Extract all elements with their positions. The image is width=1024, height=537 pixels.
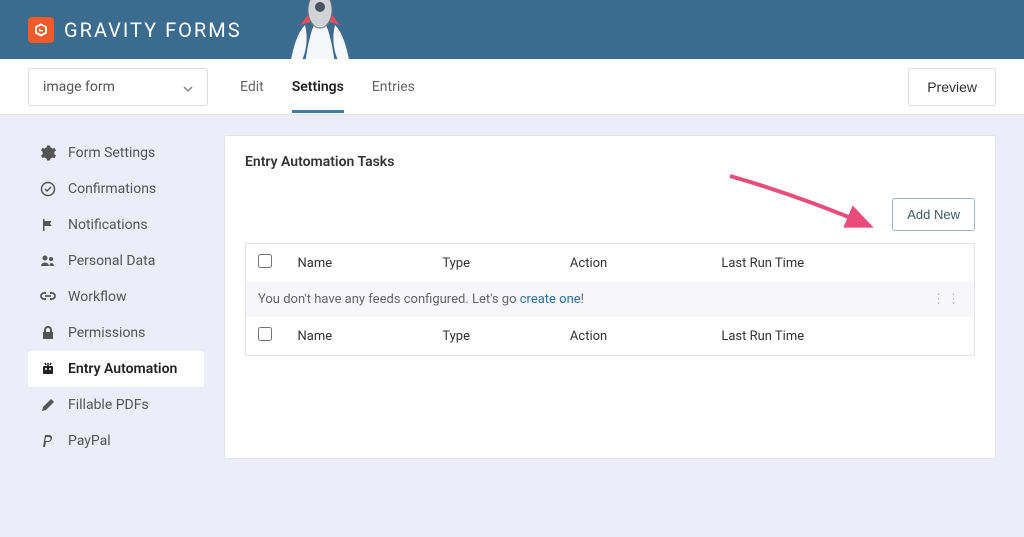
column-type: Type bbox=[430, 317, 558, 356]
flag-icon bbox=[40, 217, 56, 233]
robot-icon bbox=[40, 361, 56, 377]
feeds-table: Name Type Action Last Run Time You don't… bbox=[245, 243, 975, 356]
nav-bar: image form Edit Settings Entries Preview bbox=[0, 59, 1024, 115]
sidebar-item-label: PayPal bbox=[68, 433, 111, 449]
column-last-run: Last Run Time bbox=[709, 317, 974, 356]
column-last-run: Last Run Time bbox=[709, 244, 974, 283]
gear-icon bbox=[40, 145, 56, 161]
column-action: Action bbox=[558, 317, 709, 356]
sidebar-item-personal-data[interactable]: Personal Data bbox=[28, 243, 204, 279]
empty-text-suffix: ! bbox=[581, 292, 584, 307]
select-all-checkbox[interactable] bbox=[258, 254, 272, 268]
select-all-checkbox-bottom[interactable] bbox=[258, 327, 272, 341]
tab-settings[interactable]: Settings bbox=[292, 61, 344, 113]
create-one-link[interactable]: create one bbox=[520, 292, 581, 307]
sidebar-item-label: Permissions bbox=[68, 325, 145, 341]
check-circle-icon bbox=[40, 181, 56, 197]
sidebar-item-label: Form Settings bbox=[68, 145, 155, 161]
table-footer-row: Name Type Action Last Run Time bbox=[246, 317, 975, 356]
rocket-decoration bbox=[270, 0, 370, 69]
main-area: Form Settings Confirmations Notification… bbox=[0, 115, 1024, 479]
chevron-down-icon bbox=[183, 82, 193, 92]
tab-entries[interactable]: Entries bbox=[372, 61, 415, 113]
sidebar-item-label: Personal Data bbox=[68, 253, 155, 269]
empty-text-prefix: You don't have any feeds configured. Let… bbox=[258, 292, 520, 307]
brand-text: GRAVITY FORMS bbox=[64, 18, 242, 42]
people-icon bbox=[40, 253, 56, 269]
nav-tabs: Edit Settings Entries bbox=[240, 61, 415, 113]
sidebar-item-label: Entry Automation bbox=[68, 361, 177, 377]
sidebar-item-notifications[interactable]: Notifications bbox=[28, 207, 204, 243]
form-selector-label: image form bbox=[43, 79, 115, 95]
sidebar-item-permissions[interactable]: Permissions bbox=[28, 315, 204, 351]
form-selector-dropdown[interactable]: image form bbox=[28, 68, 208, 106]
sidebar-item-label: Notifications bbox=[68, 217, 148, 233]
paypal-icon bbox=[40, 433, 56, 449]
tab-edit[interactable]: Edit bbox=[240, 61, 264, 113]
preview-button[interactable]: Preview bbox=[908, 68, 996, 106]
lock-icon bbox=[40, 325, 56, 341]
sidebar-item-workflow[interactable]: Workflow bbox=[28, 279, 204, 315]
sidebar-item-label: Fillable PDFs bbox=[68, 397, 149, 413]
sidebar-item-paypal[interactable]: PayPal bbox=[28, 423, 204, 459]
column-type: Type bbox=[430, 244, 558, 283]
panel-title: Entry Automation Tasks bbox=[225, 136, 995, 198]
table-header-row: Name Type Action Last Run Time bbox=[246, 244, 975, 283]
g-icon bbox=[33, 22, 49, 38]
sidebar-item-confirmations[interactable]: Confirmations bbox=[28, 171, 204, 207]
content-panel: Entry Automation Tasks Add New Name Type… bbox=[224, 135, 996, 459]
link-icon bbox=[40, 289, 56, 305]
column-name: Name bbox=[286, 317, 431, 356]
sidebar-item-label: Confirmations bbox=[68, 181, 156, 197]
sidebar: Form Settings Confirmations Notification… bbox=[28, 135, 204, 459]
sidebar-item-form-settings[interactable]: Form Settings bbox=[28, 135, 204, 171]
sidebar-item-fillable-pdfs[interactable]: Fillable PDFs bbox=[28, 387, 204, 423]
sidebar-item-label: Workflow bbox=[68, 289, 127, 305]
column-name: Name bbox=[286, 244, 431, 283]
sidebar-item-entry-automation[interactable]: Entry Automation bbox=[28, 351, 204, 387]
pen-icon bbox=[40, 397, 56, 413]
drag-handle-icon: ⋮⋮ bbox=[932, 292, 962, 307]
top-banner: GRAVITY FORMS bbox=[0, 0, 1024, 59]
empty-state-row: You don't have any feeds configured. Let… bbox=[246, 282, 975, 317]
add-new-button[interactable]: Add New bbox=[892, 198, 975, 231]
column-action: Action bbox=[558, 244, 709, 283]
logo-badge bbox=[28, 17, 54, 43]
